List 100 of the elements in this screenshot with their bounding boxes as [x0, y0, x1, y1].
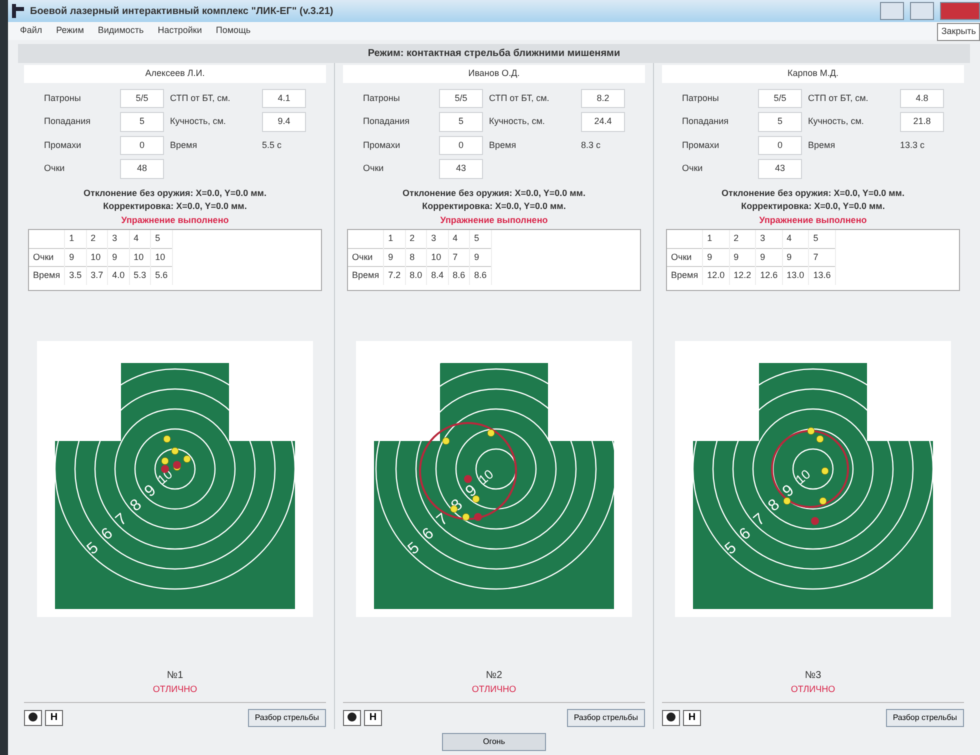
target-number: №1 — [166, 668, 184, 682]
column-header: 5 — [470, 230, 492, 248]
stat-field: 5 — [120, 112, 164, 132]
row-header: Очки — [29, 248, 65, 266]
stat-label: Время — [808, 138, 836, 152]
table-cell: 12.6 — [756, 266, 782, 284]
record-button[interactable] — [662, 710, 680, 726]
correction-text: Корректировка: X=0.0, Y=0.0 мм. — [740, 200, 886, 213]
record-button[interactable] — [343, 710, 361, 726]
target-drawing: 5 6 7 8 9 10 — [675, 341, 951, 617]
stat-label: Промахи — [363, 138, 402, 152]
table-cell: 10 — [426, 248, 448, 266]
table-cell: 4.0 — [108, 266, 130, 284]
stat-value: 13.3 с — [900, 138, 926, 152]
fire-button[interactable]: Огонь — [442, 733, 546, 751]
menu-item[interactable]: Файл — [20, 24, 42, 38]
stat-field: 5/5 — [439, 88, 483, 108]
stat-label: СТП от БТ, см. — [170, 92, 232, 104]
stat-field: 5 — [439, 112, 483, 132]
table-cell: 8 — [405, 248, 427, 266]
grade-text: ОТЛИЧНО — [152, 682, 198, 696]
row-header: Время — [29, 266, 65, 284]
column-header: 5 — [150, 230, 172, 248]
review-button[interactable]: Разбор стрельбы — [248, 709, 326, 727]
h-button[interactable]: H — [364, 710, 382, 726]
table-cell: 3.7 — [86, 266, 108, 284]
menu-item[interactable]: Режим — [56, 24, 84, 38]
table-cell: 3.5 — [64, 266, 86, 284]
table-cell: 9 — [782, 248, 809, 266]
stat-field: 21.8 — [900, 112, 944, 132]
column-header: 3 — [426, 230, 448, 248]
table-cell: 5.6 — [150, 266, 172, 284]
stat-label: Очки — [682, 162, 704, 175]
stat-label: Кучность, см. — [170, 115, 227, 128]
table-cell: 10 — [86, 248, 108, 266]
maximize-button[interactable] — [910, 2, 934, 20]
stat-field: 5/5 — [120, 88, 164, 108]
row-header: Очки — [348, 248, 384, 266]
mode-header: Режим: контактная стрельба ближними мишенями — [18, 44, 970, 63]
stat-field: 9.4 — [262, 112, 306, 132]
stat-label: Патроны — [682, 92, 720, 105]
stat-label: Промахи — [682, 138, 720, 152]
table-cell: 9 — [729, 248, 756, 266]
column-header: 1 — [384, 230, 406, 248]
row-header: Время — [348, 266, 384, 284]
record-button[interactable] — [24, 710, 42, 726]
record-icon — [347, 712, 357, 722]
menu-item[interactable]: Настройки — [158, 24, 202, 38]
status-text: Упражнение выполнено — [120, 214, 230, 227]
status-text: Упражнение выполнено — [439, 214, 549, 227]
correction-text: Корректировка: X=0.0, Y=0.0 мм. — [102, 200, 248, 213]
window-title: Боевой лазерный интерактивный комплекс "ЛИК-ЕГ" (v.3.21) — [30, 4, 334, 18]
review-button[interactable]: Разбор стрельбы — [886, 709, 964, 727]
column-header: 2 — [405, 230, 427, 248]
row-header: Очки — [667, 248, 703, 266]
table-cell: 8.6 — [448, 266, 470, 284]
table-cell: 9 — [702, 248, 730, 266]
table-cell: 9 — [384, 248, 406, 266]
stat-field: 4.8 — [900, 88, 944, 108]
table-cell: 13.6 — [808, 266, 836, 284]
review-button[interactable]: Разбор стрельбы — [566, 709, 645, 727]
tooltip: Закрыть — [937, 23, 980, 40]
stat-field: 5/5 — [758, 88, 802, 108]
minimize-button[interactable] — [880, 2, 904, 20]
table-cell: 12.0 — [702, 266, 730, 284]
table-cell: 10 — [150, 248, 172, 266]
stat-label: Попадания — [363, 115, 410, 128]
record-icon — [28, 712, 38, 722]
stat-label: Очки — [44, 162, 66, 175]
menu-item[interactable]: Видимость — [98, 24, 144, 38]
table-cell: 7 — [808, 248, 836, 266]
stat-field: 8.2 — [581, 88, 625, 108]
deviation-text: Отклонение без оружия: X=0.0, Y=0.0 мм. — [82, 186, 268, 200]
stat-field: 0 — [439, 136, 483, 155]
h-button[interactable]: H — [45, 710, 63, 726]
menu-item[interactable]: Помощь — [216, 24, 251, 38]
table-cell: 9 — [64, 248, 86, 266]
stat-field: 24.4 — [581, 112, 625, 132]
table-cell: 7.2 — [384, 266, 406, 284]
table-cell: 12.2 — [729, 266, 756, 284]
stat-value: 5.5 с — [262, 138, 283, 152]
table-cell: 9 — [470, 248, 492, 266]
shooter-name: Карпов М.Д. — [662, 65, 964, 82]
shooter-name: Алексеев Л.И. — [24, 65, 326, 82]
grade-text: ОТЛИЧНО — [790, 682, 836, 696]
deviation-text: Отклонение без оружия: X=0.0, Y=0.0 мм. — [720, 186, 906, 200]
stat-label: Время — [170, 138, 198, 152]
stat-field: 43 — [439, 159, 483, 178]
table-cell: 10 — [129, 248, 151, 266]
shooter-name: Иванов О.Д. — [343, 65, 645, 82]
table-cell: 8.4 — [426, 266, 448, 284]
stat-label: Кучность, см. — [489, 115, 546, 128]
stat-label: Патроны — [44, 92, 82, 105]
stat-field: 0 — [758, 136, 802, 155]
stat-label: Попадания — [44, 115, 92, 128]
table-cell: 9 — [108, 248, 130, 266]
record-icon — [666, 712, 676, 722]
h-button[interactable]: H — [683, 710, 701, 726]
app-icon — [12, 4, 24, 18]
target-number: №2 — [484, 668, 504, 682]
